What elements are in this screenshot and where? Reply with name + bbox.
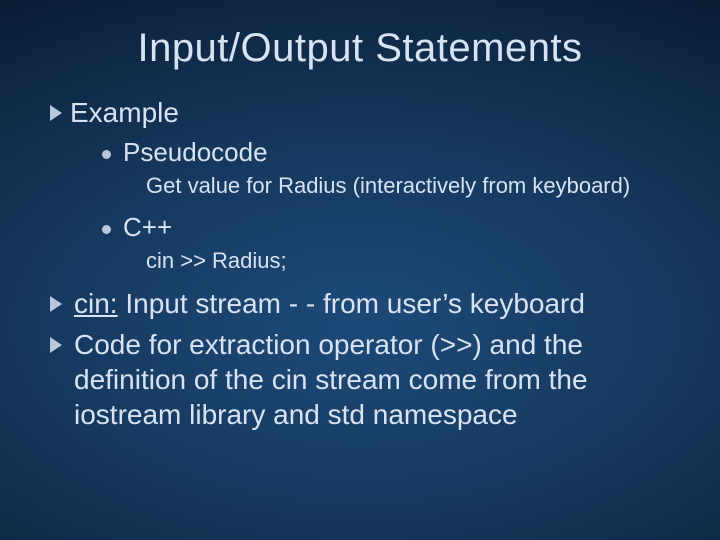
slide: Input/Output Statements Example Pseudoco… bbox=[0, 0, 720, 540]
slide-title: Input/Output Statements bbox=[40, 26, 680, 71]
bullet-extraction-text: Code for extraction operator (>>) and th… bbox=[74, 327, 680, 432]
bullet-extraction: Code for extraction operator (>>) and th… bbox=[50, 327, 680, 432]
cpp-detail: cin >> Radius; bbox=[146, 247, 680, 275]
bullet-example: Example bbox=[50, 97, 680, 129]
cin-lead: cin: bbox=[74, 288, 118, 319]
pseudocode-detail: Get value for Radius (interactively from… bbox=[146, 172, 680, 200]
cin-rest: Input stream - - from user’s keyboard bbox=[118, 288, 585, 319]
bullet-pseudocode-label: Pseudocode bbox=[123, 137, 268, 167]
chevron-right-icon bbox=[50, 337, 62, 353]
chevron-right-icon bbox=[50, 105, 62, 121]
bullet-cin: cin: Input stream - - from user’s keyboa… bbox=[50, 286, 680, 321]
dot-icon bbox=[102, 225, 111, 234]
chevron-right-icon bbox=[50, 296, 62, 312]
bullet-cpp: C++ bbox=[102, 212, 680, 243]
bullet-example-label: Example bbox=[70, 97, 179, 128]
bullet-pseudocode: Pseudocode bbox=[102, 137, 680, 168]
dot-icon bbox=[102, 150, 111, 159]
bullet-cpp-label: C++ bbox=[123, 212, 172, 242]
